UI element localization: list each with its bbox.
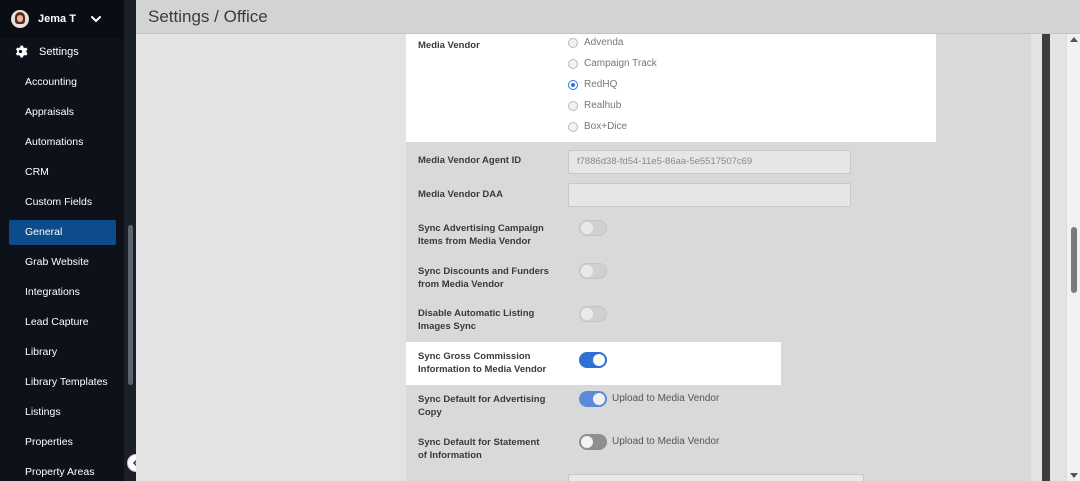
user-menu[interactable]: Jema T bbox=[0, 0, 124, 38]
sidebar-scrollbar[interactable] bbox=[128, 225, 133, 385]
radio-redhq[interactable]: RedHQ bbox=[568, 79, 617, 90]
sidebar-item-property-areas[interactable]: Property Areas bbox=[9, 460, 116, 481]
radio-button[interactable] bbox=[568, 37, 578, 48]
label-line: Sync Default for Advertising bbox=[418, 394, 546, 405]
main-content: Media Vendor Advenda Campaign Track RedH… bbox=[136, 34, 1066, 481]
label-line: of Information bbox=[418, 450, 482, 461]
radio-advenda[interactable]: Advenda bbox=[568, 37, 623, 48]
chevron-down-icon bbox=[90, 16, 101, 23]
sidebar: Jema T Settings Accounting Appraisals Au… bbox=[0, 0, 124, 481]
settings-section[interactable]: Settings bbox=[13, 44, 79, 59]
sidebar-item-automations[interactable]: Automations bbox=[9, 130, 116, 155]
sidebar-item-library[interactable]: Library bbox=[9, 340, 116, 365]
user-name: Jema T bbox=[38, 13, 76, 25]
daa-input[interactable] bbox=[568, 183, 851, 207]
sync-adcopy-text: Upload to Media Vendor bbox=[612, 393, 720, 404]
sidebar-item-lead-capture[interactable]: Lead Capture bbox=[9, 310, 116, 335]
sync-campaign-toggle[interactable] bbox=[579, 220, 607, 236]
radio-label: Realhub bbox=[584, 100, 622, 111]
label-line: Items from Media Vendor bbox=[418, 236, 531, 247]
label-line: Sync Discounts and Funders bbox=[418, 266, 549, 277]
label-line: Images Sync bbox=[418, 321, 477, 332]
disable-images-label: Disable Automatic Listing Images Sync bbox=[418, 307, 534, 333]
page-header: Settings / Office bbox=[136, 0, 1080, 34]
sync-adcopy-label: Sync Default for Advertising Copy bbox=[418, 393, 545, 419]
agent-id-input[interactable]: f7886d38-fd54-11e5-86aa-5e5517507c69 bbox=[568, 150, 851, 174]
vertical-scrollbar[interactable] bbox=[1066, 34, 1080, 481]
radio-button[interactable] bbox=[568, 100, 578, 111]
label-line: Information to Media Vendor bbox=[418, 364, 547, 375]
agent-id-label: Media Vendor Agent ID bbox=[418, 155, 522, 166]
radio-box-dice[interactable]: Box+Dice bbox=[568, 121, 627, 132]
label-line: Sync Advertising Campaign bbox=[418, 223, 544, 234]
radio-realhub[interactable]: Realhub bbox=[568, 100, 621, 111]
sidebar-item-accounting[interactable]: Accounting bbox=[9, 70, 116, 95]
scroll-down-icon[interactable] bbox=[1070, 473, 1078, 478]
label-line: from Media Vendor bbox=[418, 279, 504, 290]
sync-discounts-toggle[interactable] bbox=[579, 263, 607, 279]
sidebar-item-grab-website[interactable]: Grab Website bbox=[9, 250, 116, 275]
radio-label: Box+Dice bbox=[584, 121, 628, 132]
daa-label: Media Vendor DAA bbox=[418, 189, 503, 200]
sidebar-item-general[interactable]: General bbox=[9, 220, 116, 245]
sidebar-item-integrations[interactable]: Integrations bbox=[9, 280, 116, 305]
sidebar-item-appraisals[interactable]: Appraisals bbox=[9, 100, 116, 125]
media-vendor-label: Media Vendor bbox=[418, 40, 480, 51]
sync-statement-label: Sync Default for Statement of Informatio… bbox=[418, 436, 539, 462]
sidebar-item-properties[interactable]: Properties bbox=[9, 430, 116, 455]
radio-label: Campaign Track bbox=[584, 58, 657, 69]
label-line: Sync Gross Commission bbox=[418, 351, 531, 362]
scrollbar-thumb[interactable] bbox=[1071, 227, 1077, 293]
sync-statement-toggle[interactable] bbox=[579, 434, 607, 450]
sync-adcopy-toggle[interactable] bbox=[579, 391, 607, 407]
media-vendor-section bbox=[406, 34, 936, 142]
next-field-input[interactable] bbox=[568, 474, 864, 481]
sidebar-item-crm[interactable]: CRM bbox=[9, 160, 116, 185]
sync-campaign-label: Sync Advertising Campaign Items from Med… bbox=[418, 222, 544, 248]
scroll-up-icon[interactable] bbox=[1070, 37, 1078, 42]
disable-images-toggle[interactable] bbox=[579, 306, 607, 322]
sync-discounts-label: Sync Discounts and Funders from Media Ve… bbox=[418, 265, 549, 291]
radio-label: RedHQ bbox=[584, 79, 618, 90]
label-line: Sync Default for Statement bbox=[418, 437, 540, 448]
radio-campaign-track[interactable]: Campaign Track bbox=[568, 58, 657, 69]
sync-gross-label: Sync Gross Commission Information to Med… bbox=[418, 350, 546, 376]
radio-button-checked[interactable] bbox=[568, 79, 578, 90]
sidebar-item-library-templates[interactable]: Library Templates bbox=[9, 370, 116, 395]
settings-nav: Accounting Appraisals Automations CRM Cu… bbox=[9, 70, 116, 481]
sync-gross-toggle[interactable] bbox=[579, 352, 607, 368]
content-scroll-track bbox=[1042, 34, 1050, 481]
sync-statement-text: Upload to Media Vendor bbox=[612, 436, 720, 447]
radio-label: Advenda bbox=[584, 37, 624, 48]
radio-button[interactable] bbox=[568, 58, 578, 69]
label-line: Copy bbox=[418, 407, 442, 418]
settings-label: Settings bbox=[39, 45, 79, 58]
label-line: Disable Automatic Listing bbox=[418, 308, 535, 319]
radio-button[interactable] bbox=[568, 121, 578, 132]
gear-icon bbox=[15, 45, 28, 58]
avatar bbox=[11, 10, 29, 28]
sidebar-item-listings[interactable]: Listings bbox=[9, 400, 116, 425]
page-title: Settings / Office bbox=[148, 7, 268, 26]
sidebar-item-custom-fields[interactable]: Custom Fields bbox=[9, 190, 116, 215]
